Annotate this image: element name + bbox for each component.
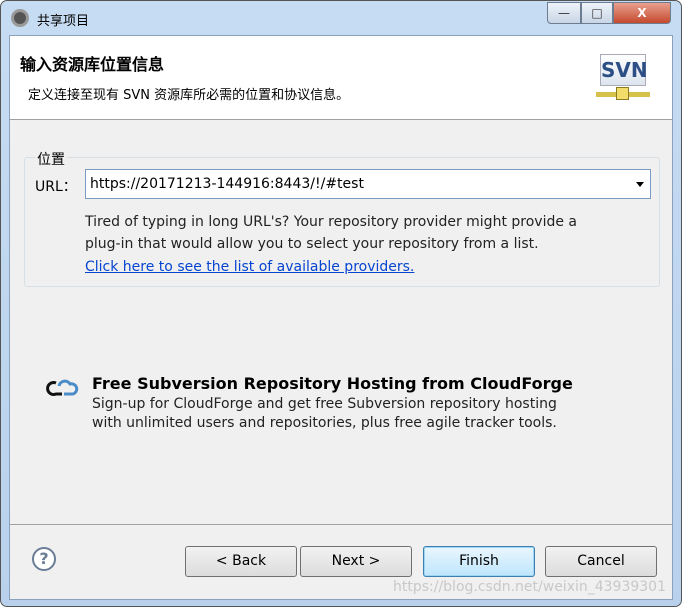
svn-logo-icon: SVN — [596, 54, 650, 104]
title-bar: 共享项目 — □ X — [1, 1, 681, 35]
cloudforge-text: Sign-up for CloudForge and get free Subv… — [92, 396, 557, 412]
minimize-button[interactable]: — — [547, 2, 581, 24]
cloudforge-title[interactable]: Free Subversion Repository Hosting from … — [92, 374, 573, 393]
finish-button[interactable]: Finish — [423, 546, 535, 577]
chevron-down-icon[interactable] — [636, 182, 644, 187]
dialog-client: 输入资源库位置信息 定义连接至现有 SVN 资源库所必需的位置和协议信息。 SV… — [9, 35, 673, 600]
back-button[interactable]: < Back — [185, 546, 297, 577]
hint-text: Tired of typing in long URL's? Your repo… — [85, 211, 577, 255]
window-title: 共享项目 — [37, 14, 90, 29]
page-description: 定义连接至现有 SVN 资源库所必需的位置和协议信息。 — [28, 88, 350, 103]
help-icon[interactable]: ? — [32, 547, 56, 571]
cancel-button[interactable]: Cancel — [545, 546, 657, 577]
eclipse-icon — [11, 9, 29, 27]
location-group: 位置 URL： https://20171213-144916:8443/!/#… — [24, 149, 660, 287]
url-value[interactable]: https://20171213-144916:8443/!/#test — [90, 176, 364, 192]
url-combobox[interactable]: https://20171213-144916:8443/!/#test — [85, 169, 651, 199]
divider — [10, 524, 672, 525]
cloud-icon — [46, 379, 79, 396]
watermark: https://blog.csdn.net/weixin_43939301 — [392, 579, 666, 595]
wizard-header: 输入资源库位置信息 定义连接至现有 SVN 资源库所必需的位置和协议信息。 SV… — [10, 36, 672, 120]
url-label: URL： — [35, 179, 77, 195]
svn-logo-text: SVN — [600, 54, 648, 86]
close-button[interactable]: X — [613, 2, 671, 24]
dialog-window: 共享项目 — □ X 输入资源库位置信息 定义连接至现有 SVN 资源库所必需的… — [0, 0, 682, 607]
group-legend: 位置 — [35, 149, 67, 169]
hint-line: plug-in that would allow you to select y… — [85, 236, 539, 252]
providers-link[interactable]: Click here to see the list of available … — [85, 259, 414, 275]
next-button[interactable]: Next > — [300, 546, 412, 577]
hint-line: Tired of typing in long URL's? Your repo… — [85, 214, 577, 230]
page-title: 输入资源库位置信息 — [20, 55, 165, 74]
cloudforge-text: with unlimited users and repositories, p… — [92, 415, 557, 431]
maximize-button[interactable]: □ — [581, 2, 613, 24]
